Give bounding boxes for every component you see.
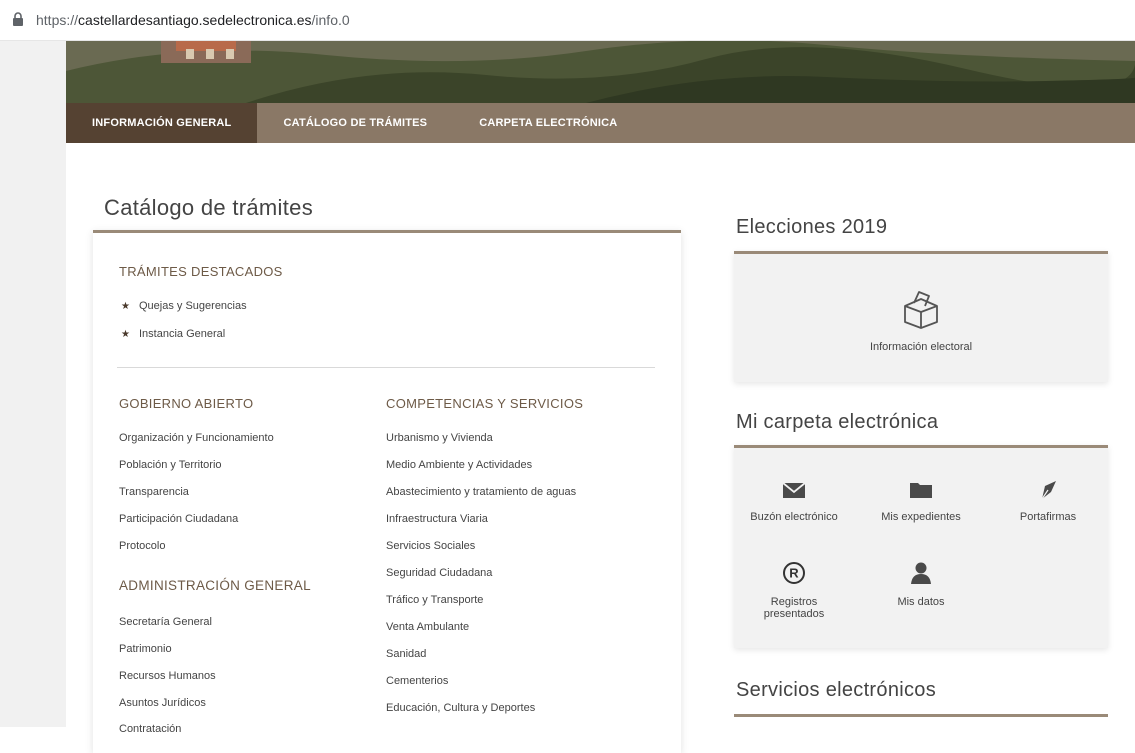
servicios-card-border [734,714,1108,717]
pen-nib-icon [988,480,1108,503]
link-competencias-item[interactable]: Urbanismo y Vivienda [386,432,493,444]
url-text[interactable]: https://castellardesantiago.sedelectroni… [36,12,350,28]
tile-portafirmas[interactable]: Portafirmas [988,480,1108,523]
carpeta-card: Buzón electrónico Mis expedientes Portaf… [734,445,1108,648]
link-administracion-item[interactable]: Secretaría General [119,616,212,628]
elecciones-title: Elecciones 2019 [736,216,888,238]
link-competencias-item[interactable]: Sanidad [386,648,426,660]
star-icon: ★ [121,301,130,312]
carpeta-title: Mi carpeta electrónica [736,411,939,433]
url-path: /info.0 [311,12,350,28]
catalog-card: TRÁMITES DESTACADOS ★ Quejas y Sugerenci… [93,230,681,753]
nav-catalogo-tramites[interactable]: CATÁLOGO DE TRÁMITES [257,103,453,143]
url-host: castellardesantiago.sedelectronica.es [78,12,312,28]
link-administracion-item[interactable]: Recursos Humanos [119,670,216,682]
link-competencias-item[interactable]: Medio Ambiente y Actividades [386,459,532,471]
link-gobierno-item[interactable]: Participación Ciudadana [119,513,238,525]
link-gobierno-item[interactable]: Protocolo [119,540,165,552]
link-administracion-item[interactable]: Asuntos Jurídicos [119,697,206,709]
link-competencias-item[interactable]: Infraestructura Viaria [386,513,488,525]
tile-mis-datos[interactable]: Mis datos [861,561,981,608]
tile-label: Registros presentados [763,596,825,620]
tile-label: Mis datos [897,596,945,608]
link-competencias-item[interactable]: Tráfico y Transporte [386,594,483,606]
nav-carpeta-electronica[interactable]: CARPETA ELECTRÓNICA [453,103,643,143]
tile-label: Mis expedientes [881,511,961,523]
header-banner-image [66,41,1135,103]
main-nav: INFORMACIÓN GENERAL CATÁLOGO DE TRÁMITES… [66,103,1135,143]
left-gutter [0,41,67,727]
link-gobierno-item[interactable]: Población y Territorio [119,459,222,471]
catalog-divider [117,367,655,368]
link-competencias-item[interactable]: Cementerios [386,675,448,687]
link-gobierno-item[interactable]: Transparencia [119,486,189,498]
link-competencias-item[interactable]: Abastecimiento y tratamiento de aguas [386,486,576,498]
tile-label: Buzón electrónico [750,511,838,523]
star-icon: ★ [121,329,130,340]
tile-informacion-electoral[interactable]: Información electoral [861,290,981,353]
tile-label: Información electoral [869,341,973,353]
link-administracion-item[interactable]: Patrimonio [119,643,172,655]
link-instancia-general[interactable]: Instancia General [139,328,225,340]
link-gobierno-item[interactable]: Organización y Funcionamiento [119,432,274,444]
lock-icon [12,12,28,28]
link-administracion-item[interactable]: Contratación [119,723,181,735]
elecciones-card: Información electoral [734,251,1108,382]
competencias-heading: COMPETENCIAS Y SERVICIOS [386,396,584,411]
page-content: Catálogo de trámites TRÁMITES DESTACADOS… [66,143,1135,753]
link-quejas-sugerencias[interactable]: Quejas y Sugerencias [139,300,247,312]
registered-icon: R [749,561,839,588]
envelope-icon [734,480,854,503]
tile-registros-presentados[interactable]: R Registros presentados [749,561,839,620]
servicios-title: Servicios electrónicos [736,679,937,701]
user-icon [861,561,981,588]
tile-mis-expedientes[interactable]: Mis expedientes [861,480,981,523]
nav-informacion-general[interactable]: INFORMACIÓN GENERAL [66,103,258,143]
tile-buzon-electronico[interactable]: Buzón electrónico [734,480,854,523]
featured-heading: TRÁMITES DESTACADOS [119,264,283,279]
url-scheme: https:// [36,12,79,28]
link-competencias-item[interactable]: Educación, Cultura y Deportes [386,702,535,714]
svg-text:R: R [789,566,799,581]
link-competencias-item[interactable]: Seguridad Ciudadana [386,567,492,579]
tile-label: Portafirmas [1019,511,1077,523]
administracion-heading: ADMINISTRACIÓN GENERAL [119,578,311,593]
folder-icon [861,480,981,503]
link-competencias-item[interactable]: Servicios Sociales [386,540,475,552]
browser-address-bar[interactable]: https://castellardesantiago.sedelectroni… [0,0,1135,41]
ballot-box-icon [861,290,981,333]
catalog-title: Catálogo de trámites [104,195,313,220]
gobierno-heading: GOBIERNO ABIERTO [119,396,254,411]
link-competencias-item[interactable]: Venta Ambulante [386,621,469,633]
